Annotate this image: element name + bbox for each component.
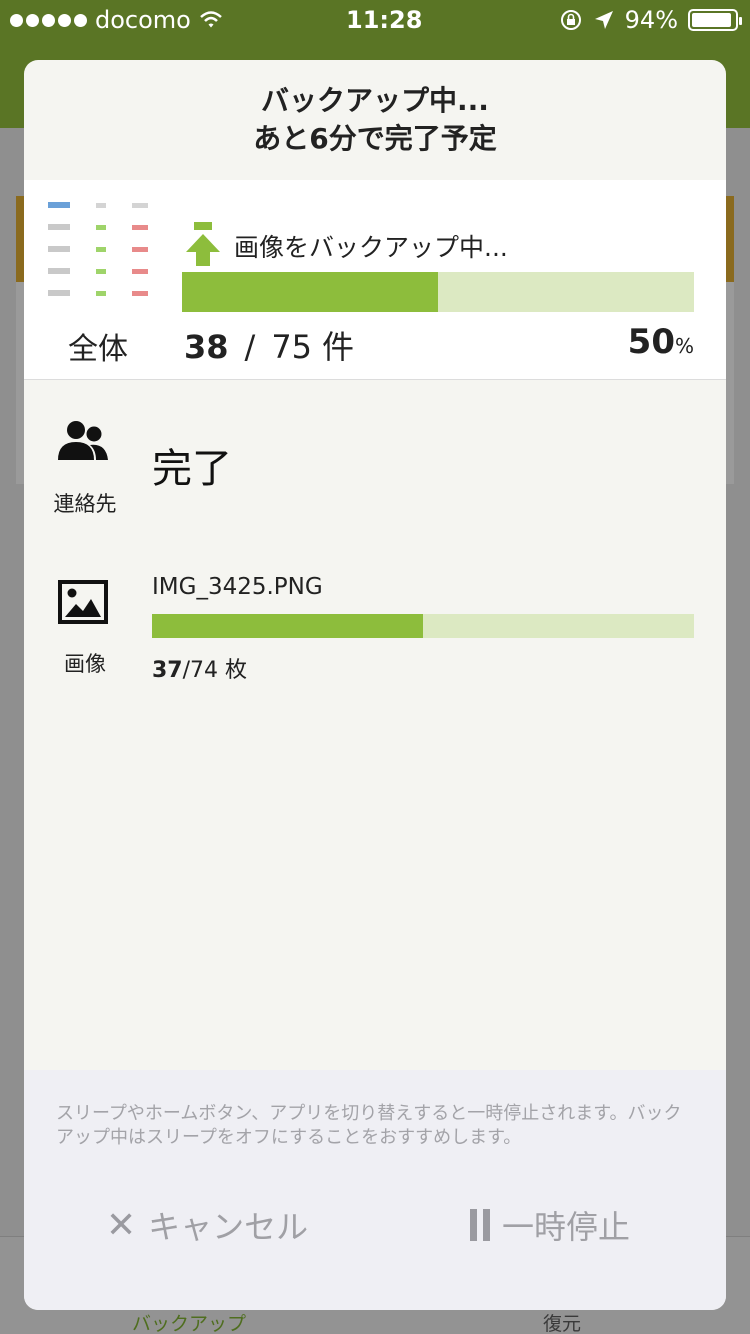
overall-progress-panel: 画像をバックアップ中... 全体 38 / 75 件 50% [24,180,726,380]
images-label: 画像 [64,652,106,676]
image-count: 37/74 枚 [152,652,247,684]
count-separator: / [244,328,256,366]
image-icon [58,580,108,624]
modal-footer: スリープやホームボタン、アプリを切り替えすると一時停止されます。バックアップ中は… [24,1070,726,1310]
battery-percent: 94% [624,6,678,34]
percent-value: 50 [627,322,675,362]
uploading-label: 画像をバックアップ中... [234,233,508,262]
clock: 11:28 [346,6,423,34]
overall-done-count: 38 [184,328,229,366]
status-bar: docomo 11:28 94% [0,0,750,40]
cancel-label: キャンセル [148,1208,309,1246]
backup-progress-modal: バックアップ中... あと6分で完了予定 画像をバックアップ中... 全体 38… [24,60,726,1310]
overall-total-count: 75 [271,328,313,366]
modal-title: バックアップ中... あと6分で完了予定 [24,60,726,180]
overall-count: 38 / 75 件 [184,322,354,368]
overall-percent: 50% [628,322,694,362]
title-eta: あと6分で完了予定 [253,122,497,155]
pause-button[interactable]: 一時停止 [470,1200,630,1250]
sleep-notice: スリープやホームボタン、アプリを切り替えすると一時停止されます。バックアップ中は… [56,1103,682,1148]
image-progress-fill [152,614,423,638]
contacts-icon [58,421,108,460]
rotation-lock-icon [560,10,581,30]
overall-progress-bar [182,272,694,312]
wifi-icon [200,11,222,28]
location-arrow-icon [594,11,613,29]
carrier-name: docomo [95,6,191,34]
contacts-label: 連絡先 [53,492,117,516]
image-progress-bar [152,614,694,638]
contacts-section: 連絡先 完了 [24,410,726,530]
battery-icon [688,9,742,31]
title-status: バックアップ中... [261,84,489,117]
tab-backup[interactable]: バックアップ [132,1309,246,1334]
cancel-button[interactable]: ✕ キャンセル [106,1200,308,1250]
signal-strength-icon [10,13,87,27]
pause-icon [470,1209,490,1241]
overall-progress-fill [182,272,438,312]
percent-sign: % [674,334,694,358]
images-section: 画像 IMG_3425.PNG 37/74 枚 [24,560,726,700]
count-unit: 件 [322,328,355,366]
tab-restore[interactable]: 復元 [543,1309,581,1334]
contacts-status: 完了 [152,446,232,492]
pause-label: 一時停止 [502,1208,631,1246]
image-done-count: 37 [152,658,183,683]
current-image-thumbnail [48,194,148,314]
current-filename: IMG_3425.PNG [152,574,323,600]
upload-arrow-icon [186,222,220,266]
close-icon: ✕ [106,1204,137,1246]
overall-label: 全体 [68,332,128,367]
image-total-count: /74 枚 [182,658,248,683]
